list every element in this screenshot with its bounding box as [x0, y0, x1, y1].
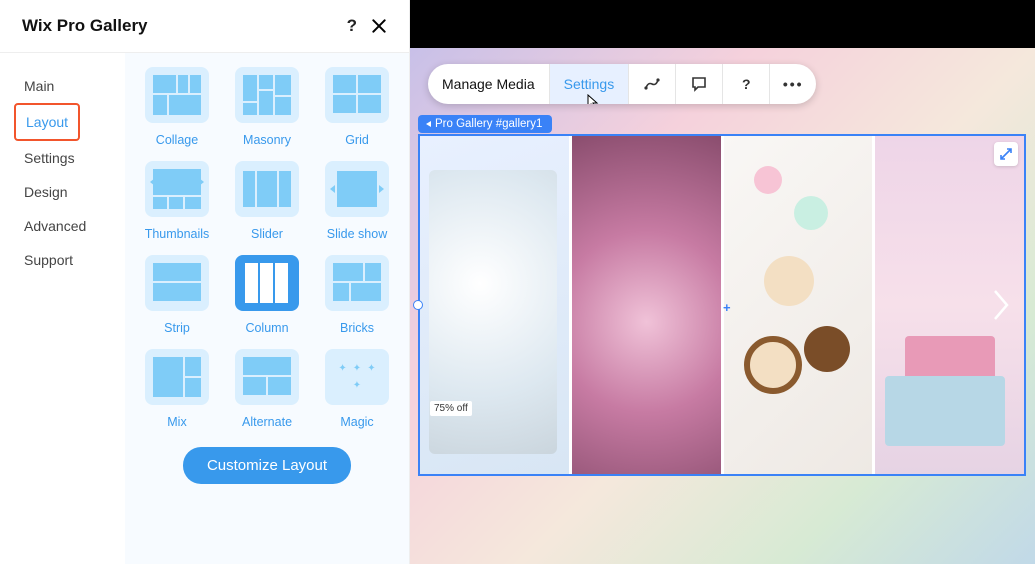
layout-option-column[interactable]: Column	[231, 255, 303, 335]
layout-label: Thumbnails	[145, 227, 210, 241]
expand-button[interactable]	[994, 142, 1018, 166]
element-toolbar: Manage Media Settings ? •••	[428, 64, 816, 104]
sidebar-item-design[interactable]: Design	[14, 175, 78, 209]
layout-label: Bricks	[340, 321, 374, 335]
layout-label: Slide show	[327, 227, 387, 241]
sidebar-item-main[interactable]: Main	[14, 69, 64, 103]
layout-option-alternate[interactable]: Alternate	[231, 349, 303, 429]
resize-handle-left[interactable]	[413, 300, 423, 310]
panel-header: Wix Pro Gallery ?	[0, 0, 409, 53]
strip-thumb-icon	[145, 255, 209, 311]
layout-label: Magic	[340, 415, 373, 429]
layout-option-mix[interactable]: Mix	[141, 349, 213, 429]
layout-option-thumbnails[interactable]: Thumbnails	[141, 161, 213, 241]
layout-label: Grid	[345, 133, 369, 147]
panel-title: Wix Pro Gallery	[22, 16, 148, 36]
panel-sidebar: Main Layout Settings Design Advanced Sup…	[0, 53, 125, 564]
chevron-right-icon	[991, 287, 1011, 323]
gallery-settings-panel: Wix Pro Gallery ? Main Layout Settings D…	[0, 0, 410, 564]
thumbnails-thumb-icon	[145, 161, 209, 217]
add-handle-icon[interactable]: +	[723, 300, 731, 315]
alternate-thumb-icon	[235, 349, 299, 405]
layout-option-masonry[interactable]: Masonry	[231, 67, 303, 147]
masonry-thumb-icon	[235, 67, 299, 123]
settings-button[interactable]: Settings	[550, 64, 630, 104]
slide-show-thumb-icon	[325, 161, 389, 217]
layout-label: Mix	[167, 415, 186, 429]
layout-label: Column	[245, 321, 288, 335]
grid-thumb-icon	[325, 67, 389, 123]
layout-option-slider[interactable]: Slider	[231, 161, 303, 241]
element-breadcrumb[interactable]: Pro Gallery #gallery1	[418, 115, 552, 133]
next-slide-button[interactable]	[986, 280, 1016, 330]
layout-option-magic[interactable]: ✦✦✦✦ Magic	[321, 349, 393, 429]
more-icon[interactable]: •••	[770, 64, 816, 104]
layout-option-slide-show[interactable]: Slide show	[321, 161, 393, 241]
chevron-left-icon	[426, 121, 431, 127]
layout-label: Alternate	[242, 415, 292, 429]
layout-option-collage[interactable]: Collage	[141, 67, 213, 147]
layout-options-content: Collage Masonry	[125, 53, 409, 564]
close-icon[interactable]	[371, 18, 387, 34]
layout-option-bricks[interactable]: Bricks	[321, 255, 393, 335]
layout-option-strip[interactable]: Strip	[141, 255, 213, 335]
layout-label: Strip	[164, 321, 190, 335]
mix-thumb-icon	[145, 349, 209, 405]
bricks-thumb-icon	[325, 255, 389, 311]
comment-icon[interactable]	[676, 64, 723, 104]
layout-label: Slider	[251, 227, 283, 241]
collage-thumb-icon	[145, 67, 209, 123]
layout-option-grid[interactable]: Grid	[321, 67, 393, 147]
animation-icon[interactable]	[629, 64, 676, 104]
manage-media-button[interactable]: Manage Media	[428, 64, 550, 104]
slider-thumb-icon	[235, 161, 299, 217]
gallery-slide	[572, 136, 721, 474]
cursor-icon	[584, 94, 600, 104]
magic-thumb-icon: ✦✦✦✦	[325, 349, 389, 405]
sale-badge: 75% off	[430, 401, 472, 416]
toolbar-help-icon[interactable]: ?	[723, 64, 770, 104]
expand-icon	[999, 147, 1013, 161]
layout-label: Collage	[156, 133, 198, 147]
breadcrumb-label: Pro Gallery #gallery1	[435, 118, 542, 130]
layout-label: Masonry	[243, 133, 291, 147]
settings-button-label: Settings	[564, 76, 615, 92]
sidebar-item-settings[interactable]: Settings	[14, 141, 85, 175]
gallery-slide	[724, 136, 873, 474]
gallery-slide: 75% off	[420, 136, 569, 474]
column-thumb-icon	[235, 255, 299, 311]
pro-gallery-element[interactable]: 75% off	[418, 134, 1026, 476]
help-icon[interactable]: ?	[347, 16, 357, 36]
sidebar-item-layout[interactable]: Layout	[14, 103, 80, 141]
customize-layout-button[interactable]: Customize Layout	[183, 447, 351, 484]
sidebar-item-support[interactable]: Support	[14, 243, 83, 277]
sidebar-item-advanced[interactable]: Advanced	[14, 209, 96, 243]
